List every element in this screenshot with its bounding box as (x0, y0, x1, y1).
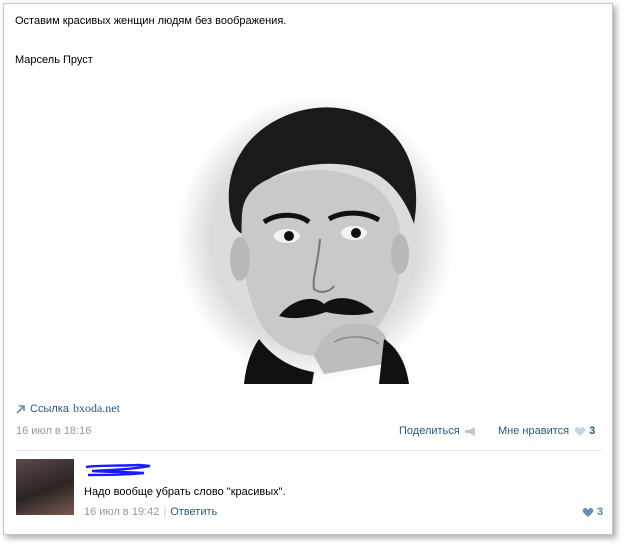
like-count: 3 (589, 425, 596, 437)
divider (16, 450, 602, 451)
wall-post: Оставим красивых женщин людям без вообра… (3, 3, 613, 535)
like-label: Мне нравится (498, 425, 570, 437)
heart-icon (582, 507, 594, 517)
reply-button[interactable]: Ответить (170, 506, 217, 518)
heart-icon (574, 426, 586, 436)
post-date[interactable]: 16 июл в 18:16 (16, 425, 91, 437)
comment-meta: 16 июл в 19:42 | Ответить (84, 506, 217, 518)
megaphone-icon (464, 426, 475, 436)
post-link[interactable]: Ссылка bxoda.net (16, 401, 120, 416)
share-label: Поделиться (399, 425, 460, 437)
arrow-icon (16, 404, 25, 414)
post-author: Марсель Пруст (15, 54, 93, 66)
share-button[interactable]: Поделиться (399, 425, 478, 437)
link-label: Ссылка (30, 402, 69, 415)
comment-like-button[interactable]: 3 (582, 506, 603, 518)
comment-date[interactable]: 16 июл в 19:42 (84, 506, 159, 518)
separator: | (163, 506, 167, 518)
post-image[interactable] (174, 94, 456, 384)
scribble-redaction (85, 463, 151, 477)
post-text: Оставим красивых женщин людям без вообра… (15, 15, 287, 27)
link-domain[interactable]: bxoda.net (73, 401, 120, 416)
comment-text: Надо вообще убрать слово "красивых". (84, 486, 286, 498)
post-meta: 16 июл в 18:16 Поделиться Мне нравится 3 (16, 425, 604, 439)
comment-like-count: 3 (597, 506, 604, 518)
like-button[interactable]: Мне нравится 3 (498, 425, 595, 437)
avatar[interactable] (16, 459, 74, 515)
